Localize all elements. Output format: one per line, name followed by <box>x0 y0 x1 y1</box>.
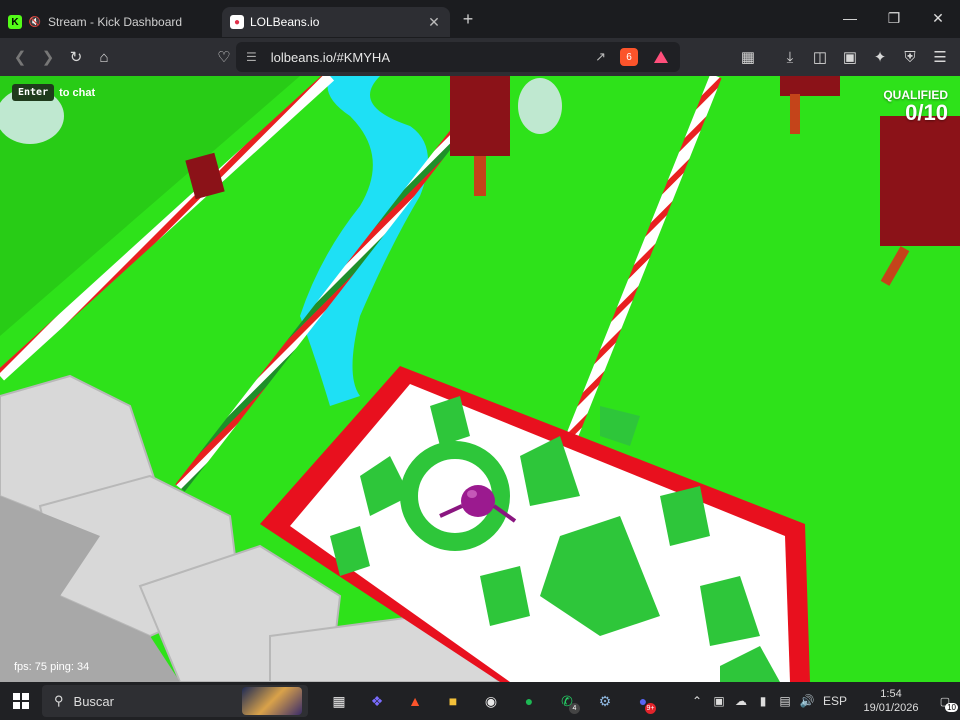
home-button[interactable]: ⌂ <box>90 43 118 71</box>
sidebar-icon[interactable]: ◫ <box>806 43 834 71</box>
game-canvas[interactable] <box>0 76 960 682</box>
leo-ai-icon[interactable]: ✦ <box>866 43 894 71</box>
qualified-counter: QUALIFIED 0/10 <box>883 88 948 124</box>
system-tray: ⌃ ▣ ☁ ▮ ▤ 🔊 ESP 1:54 19/01/2026 ▢ 10 <box>686 682 960 720</box>
microphone-icon[interactable]: ▮ <box>752 694 774 708</box>
browser-tab-bar: K 🔇 Stream - Kick Dashboard ● LOLBeans.i… <box>0 0 960 38</box>
steam-icon[interactable]: ⚙ <box>588 684 622 718</box>
tab-lolbeans[interactable]: ● LOLBeans.io ✕ <box>222 7 450 37</box>
clock-date: 19/01/2026 <box>863 702 919 714</box>
chat-hint: Enter to chat <box>12 84 95 101</box>
game-scene <box>0 76 960 682</box>
wallet-icon[interactable]: ▣ <box>836 43 864 71</box>
brave-rewards-icon[interactable] <box>654 51 668 63</box>
whatsapp-badge: 4 <box>569 703 580 714</box>
clock[interactable]: 1:54 19/01/2026 <box>852 687 930 715</box>
muted-speaker-icon[interactable]: 🔇 <box>28 15 42 29</box>
windows-logo-icon <box>13 693 29 709</box>
tab-title: Stream - Kick Dashboard <box>48 15 183 29</box>
brave-shields-icon[interactable]: 6 <box>620 48 638 66</box>
url-text[interactable]: lolbeans.io/#KMYHA <box>271 50 390 65</box>
lolbeans-icon: ● <box>230 15 244 29</box>
volume-icon[interactable]: 🔊 <box>796 694 818 708</box>
brave-icon[interactable]: ▲ <box>398 684 432 718</box>
close-window-button[interactable]: ✕ <box>916 0 960 36</box>
clock-time: 1:54 <box>880 688 902 700</box>
reload-button[interactable]: ↻ <box>62 43 90 71</box>
cloud-icon[interactable]: ☁ <box>730 694 752 708</box>
spotify-icon[interactable]: ● <box>512 684 546 718</box>
close-tab-icon[interactable]: ✕ <box>426 14 442 31</box>
discord-badge: 9+ <box>645 703 656 714</box>
file-explorer-icon[interactable]: ■ <box>436 684 470 718</box>
search-icon: ⚲ <box>54 693 64 708</box>
whatsapp-icon[interactable]: ✆ 4 <box>550 684 584 718</box>
windows-taskbar: ⚲ Buscar ▦ ❖ ▲ ■ ◉ ● ✆ 4 ⚙ ● 9+ ⌃ ▣ ☁ ▮ ▤ … <box>0 682 960 720</box>
forward-button[interactable]: ❯ <box>34 43 62 71</box>
minimize-button[interactable]: — <box>828 0 872 36</box>
bookmark-icon[interactable]: ♡ <box>210 43 238 71</box>
camera-icon[interactable]: ▣ <box>708 694 730 708</box>
tab-kick-dashboard[interactable]: K 🔇 Stream - Kick Dashboard <box>0 7 222 37</box>
site-settings-icon[interactable]: ☰ <box>246 50 257 64</box>
vpn-shield-icon[interactable]: ⛨ <box>896 43 924 71</box>
back-button[interactable]: ❮ <box>6 43 34 71</box>
kick-logo-icon: K <box>8 15 22 29</box>
enter-key-badge: Enter <box>12 84 55 101</box>
search-highlight-image <box>242 687 302 715</box>
share-icon[interactable]: ↗ <box>595 49 606 65</box>
task-view-icon[interactable]: ▦ <box>322 684 356 718</box>
download-icon[interactable]: ⤓ <box>776 43 804 71</box>
snow-bush <box>518 78 562 134</box>
qualified-value: 0/10 <box>905 100 948 125</box>
restore-button[interactable]: ❐ <box>872 0 916 36</box>
copilot-icon[interactable]: ❖ <box>360 684 394 718</box>
notification-count: 10 <box>945 703 958 712</box>
network-icon[interactable]: ▤ <box>774 694 796 708</box>
reader-mode-icon[interactable]: ▦ <box>734 43 762 71</box>
menu-icon[interactable]: ☰ <box>926 43 954 71</box>
fps-ping-readout: fps: 75 ping: 34 <box>14 661 90 673</box>
obs-icon[interactable]: ◉ <box>474 684 508 718</box>
address-bar[interactable]: ☰ lolbeans.io/#KMYHA ↗ 6 <box>236 42 680 72</box>
new-tab-button[interactable]: + <box>456 9 480 30</box>
language-indicator[interactable]: ESP <box>818 694 852 708</box>
start-button[interactable] <box>0 682 42 720</box>
search-placeholder: Buscar <box>73 693 114 709</box>
taskbar-search[interactable]: ⚲ Buscar <box>42 685 308 717</box>
chat-hint-text: to chat <box>59 86 96 99</box>
discord-icon[interactable]: ● 9+ <box>626 684 660 718</box>
notification-center-button[interactable]: ▢ 10 <box>930 686 960 716</box>
tab-title: LOLBeans.io <box>250 15 320 29</box>
chevron-up-icon[interactable]: ⌃ <box>686 694 708 708</box>
